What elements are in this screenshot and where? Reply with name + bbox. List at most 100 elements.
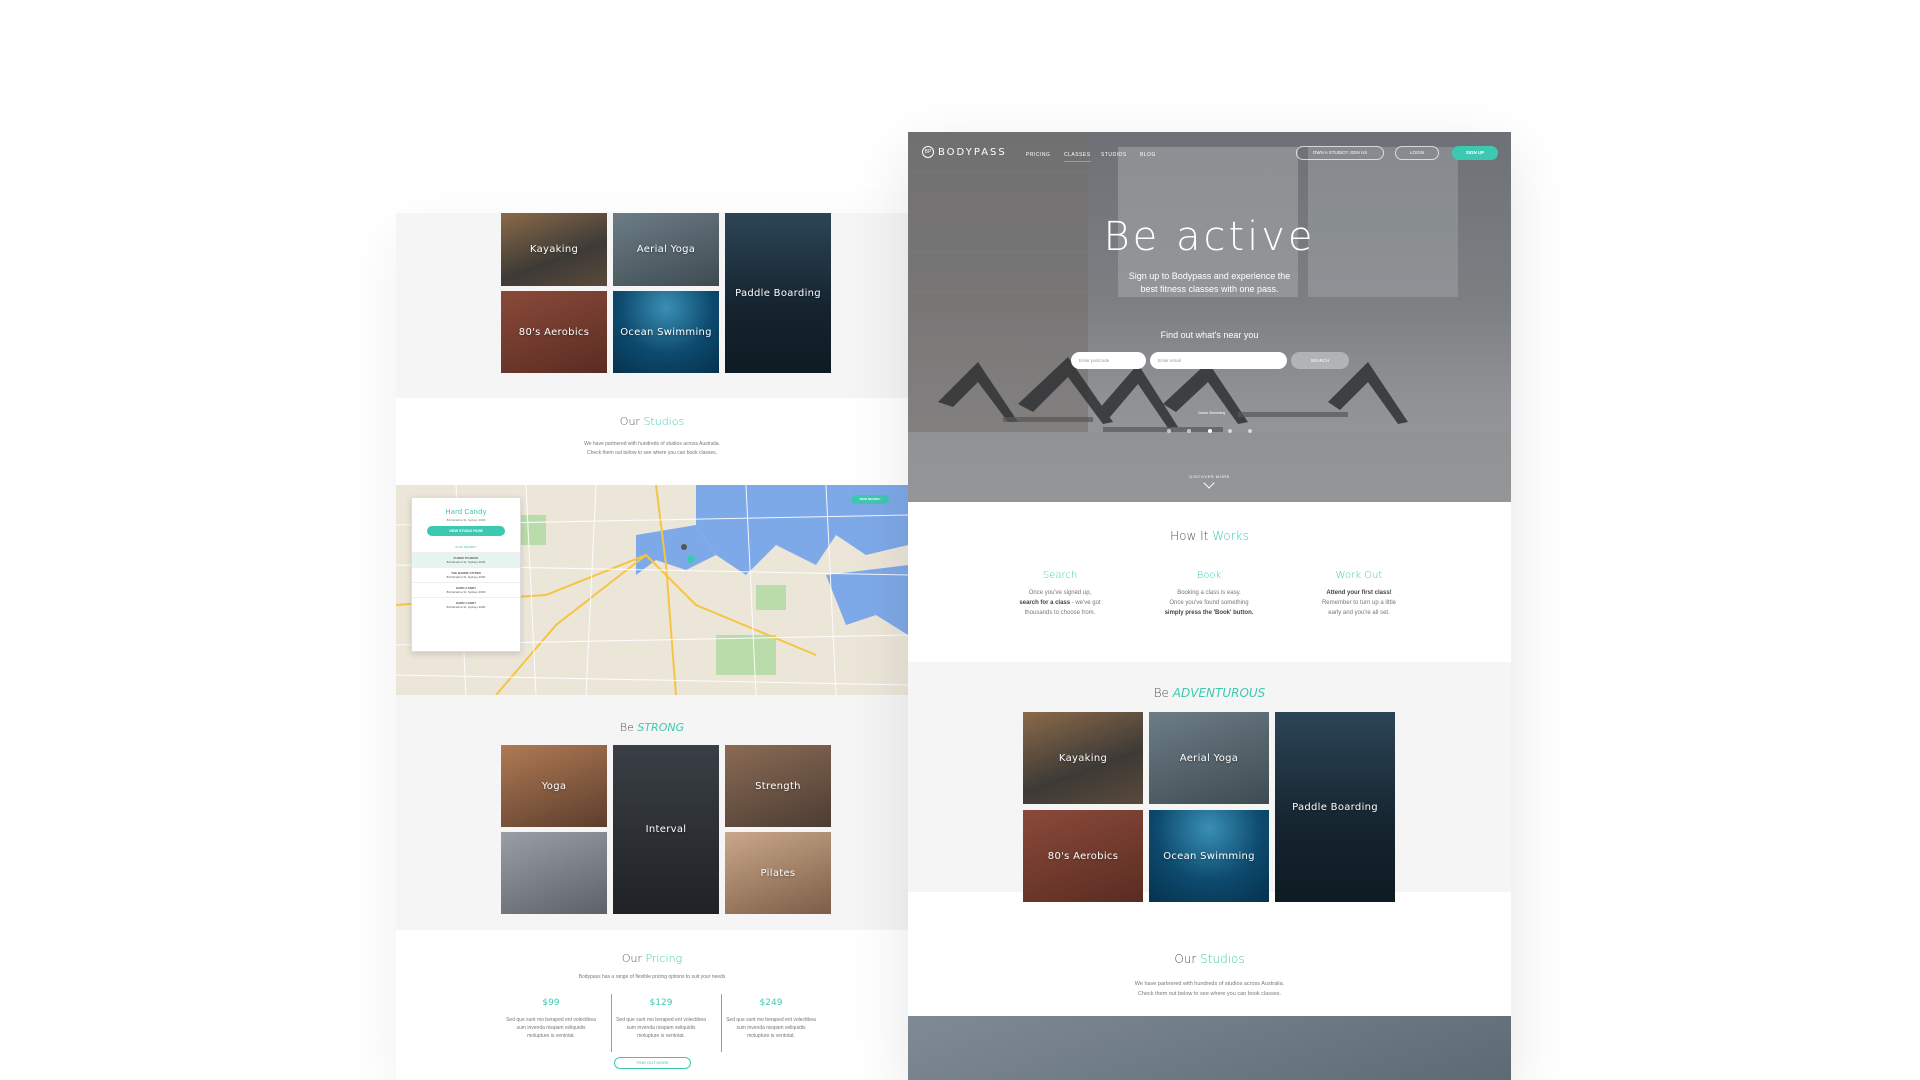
postcode-input[interactable]: Enter postcode — [1071, 352, 1146, 369]
nav-pricing[interactable]: PRICING — [1026, 152, 1050, 158]
brand-name[interactable]: BODYPASS — [938, 147, 1007, 158]
tile-interval[interactable]: Interval — [613, 745, 719, 914]
studios-text: We have partnered with hundreds of studi… — [396, 440, 908, 458]
tile-label: 80's Aerobics — [1047, 850, 1119, 862]
tile-paddle-boarding[interactable]: Paddle Boarding — [1275, 712, 1395, 902]
adventurous-title: Be ADVENTUROUS — [908, 686, 1511, 700]
studios-text-line: We have partnered with hundreds of studi… — [584, 441, 720, 447]
plan-price: $129 — [649, 998, 673, 1008]
studios-section: Our Studios We have partnered with hundr… — [396, 398, 908, 485]
tile-80s-aerobics[interactable]: 80's Aerobics — [501, 291, 607, 373]
carousel-dot[interactable] — [1187, 429, 1192, 433]
hero-section: BP BODYPASS PRICING CLASSES STUDIOS BLOG… — [908, 132, 1511, 502]
title-part: Be — [619, 721, 634, 734]
tile-label: Kayaking — [1058, 752, 1108, 764]
step-text: thousands to choose from. — [1024, 610, 1096, 616]
title-part: How It — [1170, 529, 1209, 543]
tile-aerial-yoga[interactable]: Aerial Yoga — [1149, 712, 1269, 804]
title-accent: STRONG — [637, 721, 685, 734]
title-part: Our — [619, 415, 640, 428]
nearby-item[interactable]: HARD CANDY 844 Erskine St, Sydney 2000 — [412, 597, 520, 612]
step-title: Work Out — [1335, 570, 1383, 581]
carousel-dot[interactable] — [1248, 429, 1253, 433]
step-text: Remember to turn up a little — [1321, 600, 1397, 606]
nearby-item[interactable]: THE BARRE STUDIO 844 Erskine St, Sydney 2… — [412, 567, 520, 582]
tile-ocean-swimming[interactable]: Ocean Swimming — [613, 291, 719, 373]
right-page-mockup: BP BODYPASS PRICING CLASSES STUDIOS BLOG… — [908, 132, 1511, 1080]
step-title: Search — [1042, 570, 1078, 581]
email-input[interactable]: Enter email — [1150, 352, 1287, 369]
tile-label: Ocean Swimming — [620, 326, 712, 338]
login-button[interactable]: LOGIN — [1395, 146, 1439, 160]
tile-label: Ocean Swimming — [1163, 850, 1255, 862]
nearby-addr: 844 Erskine St, Sydney 2000 — [446, 590, 486, 594]
title-accent: ADVENTUROUS — [1172, 686, 1266, 700]
nav-studios[interactable]: STUDIOS — [1101, 152, 1127, 158]
plan-desc: Sed que sunt mo beraped ent volectibea s… — [616, 1017, 706, 1039]
nearby-addr: 844 Erskine St, Sydney 2000 — [446, 605, 486, 609]
step-text: Once you've found something — [1169, 600, 1249, 606]
step-text: - we've got — [1070, 600, 1101, 606]
strong-section: Be STRONG Yoga Interval Strength Pilates — [396, 695, 908, 930]
tile-label: Kayaking — [529, 244, 579, 255]
tile-label: 80's Aerobics — [518, 326, 590, 338]
tile-80s-aerobics[interactable]: 80's Aerobics — [1023, 810, 1143, 902]
divider — [611, 994, 612, 1052]
carousel-dot[interactable] — [1166, 429, 1171, 433]
plan-price: $99 — [542, 998, 560, 1008]
title-part: Be — [1153, 686, 1169, 700]
tile-pilates[interactable]: Pilates — [725, 832, 831, 914]
studio-map[interactable]: Hard Candy 844 Erskine St, Sydney 2000 V… — [396, 485, 908, 695]
carousel-dot[interactable] — [1227, 429, 1232, 433]
tile-kayaking[interactable]: Kayaking — [501, 213, 607, 286]
studios-text-line: Check them out below to see where you ca… — [586, 450, 718, 456]
studios-text: We have partnered with hundreds of studi… — [908, 979, 1511, 999]
plan-price: $249 — [759, 998, 783, 1008]
tile-ocean-swimming[interactable]: Ocean Swimming — [1149, 810, 1269, 902]
tile-kayaking[interactable]: Kayaking — [1023, 712, 1143, 804]
studios-title: Our Studios — [908, 952, 1511, 966]
strong-title: Be STRONG — [396, 721, 908, 734]
tile-paddle-boarding[interactable]: Paddle Boarding — [725, 213, 831, 373]
tile-aerial-yoga[interactable]: Aerial Yoga — [613, 213, 719, 286]
hero-subtitle: Sign up to Bodypass and experience the b… — [908, 270, 1511, 296]
studios-text-line: We have partnered with hundreds of studi… — [1134, 981, 1285, 987]
search-button[interactable]: SEARCH — [1291, 352, 1349, 369]
top-nav: BP BODYPASS PRICING CLASSES STUDIOS BLOG… — [908, 132, 1511, 174]
carousel-dots — [908, 420, 1511, 438]
tile-barre[interactable] — [501, 832, 607, 914]
tile-label: Strength — [755, 780, 801, 792]
studios-section: Our Studios We have partnered with hundr… — [908, 932, 1511, 1016]
nav-classes[interactable]: CLASSES — [1064, 152, 1091, 162]
how-step-search: Search Once you've signed up, search for … — [1005, 570, 1115, 618]
title-accent: Works — [1212, 529, 1249, 543]
tile-yoga[interactable]: Yoga — [501, 745, 607, 827]
how-step-book: Book Booking a class is easy. Once you've… — [1154, 570, 1264, 618]
title-part: Our — [621, 952, 642, 965]
carousel-dot-active[interactable] — [1207, 429, 1212, 433]
tile-strength[interactable]: Strength — [725, 745, 831, 827]
find-near-you-label: Find out what's near you — [1160, 330, 1259, 340]
view-nearby-button[interactable]: VIEW NEARBY — [851, 495, 889, 504]
step-text-bold: Attend your first class! — [1326, 590, 1392, 596]
pricing-text: Bodypass has a range of flexible pricing… — [578, 974, 726, 980]
title-accent: Studios — [1200, 952, 1245, 966]
how-title: How It Works — [908, 529, 1511, 543]
title-accent: Studios — [643, 415, 685, 428]
nearby-item[interactable]: FUSED TO MOVE 844 Erskine St, Sydney 2000 — [412, 552, 520, 567]
studios-map-preview[interactable] — [908, 1016, 1511, 1080]
left-page-mockup: Kayaking Aerial Yoga Paddle Boarding 80'… — [396, 213, 908, 1080]
signup-button[interactable]: SIGN UP — [1452, 146, 1498, 160]
tile-label: Pilates — [760, 867, 796, 879]
hero-subtitle-line: best fitness classes with one pass. — [1140, 284, 1279, 294]
own-studio-button[interactable]: OWN A STUDIO? JOIN US — [1296, 146, 1384, 160]
view-studio-button[interactable]: VIEW STUDIO PAGE — [427, 526, 505, 536]
tile-label: Paddle Boarding — [1292, 801, 1378, 813]
tile-label: Aerial Yoga — [636, 244, 696, 255]
nav-blog[interactable]: BLOG — [1140, 152, 1156, 158]
step-text: Booking a class is easy. — [1177, 590, 1241, 596]
tile-label: Aerial Yoga — [1179, 752, 1239, 764]
find-out-more-button[interactable]: FIND OUT MORE — [614, 1057, 691, 1069]
plan-desc: Sed que sunt mo beraped ent volectibea s… — [506, 1017, 596, 1039]
nearby-item[interactable]: HARD CANDY 844 Erskine St, Sydney 2000 — [412, 582, 520, 597]
